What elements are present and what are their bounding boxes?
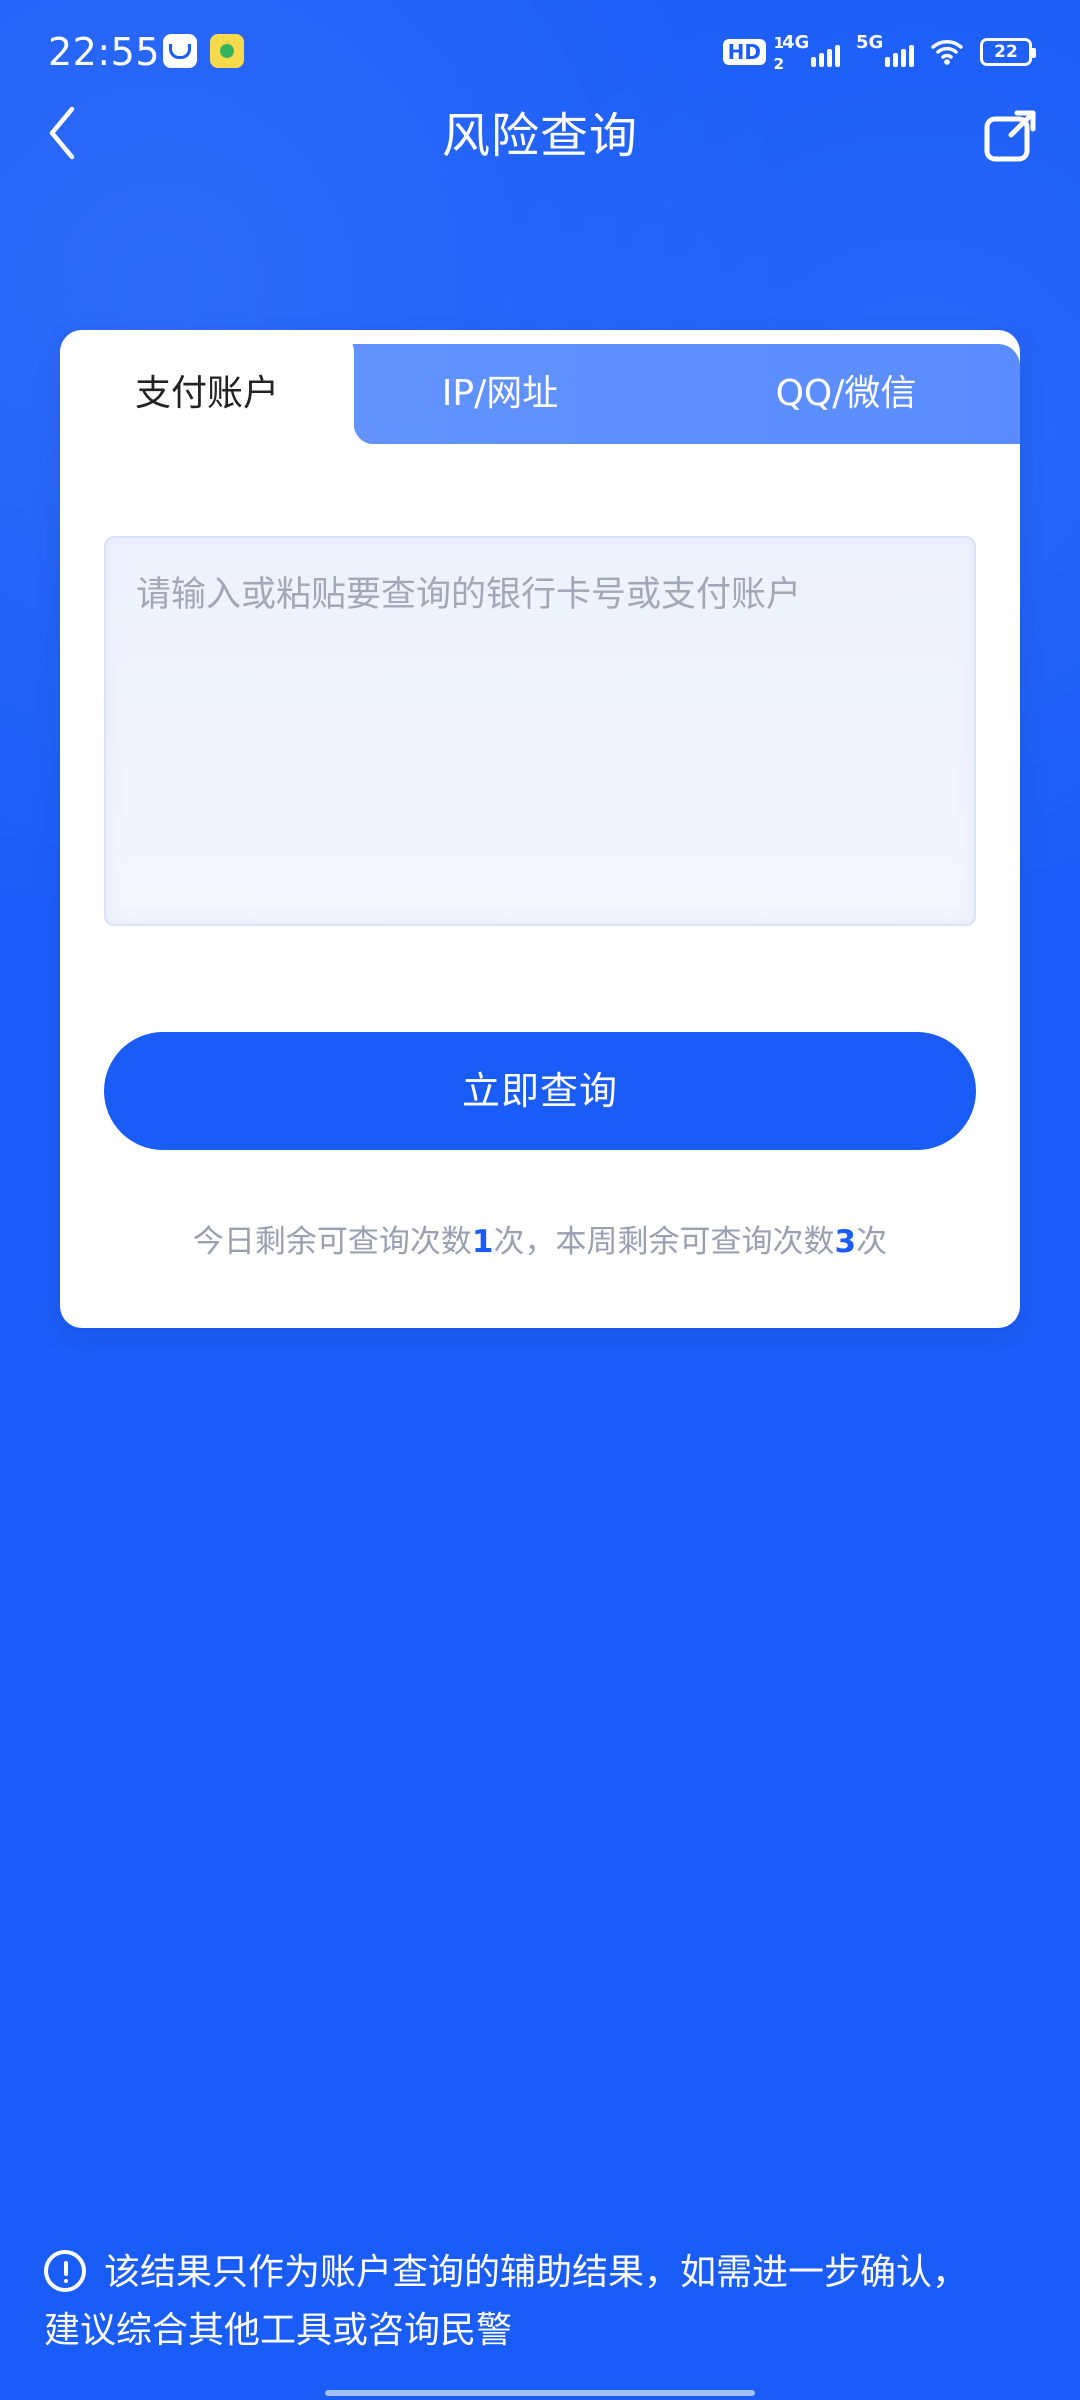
notice-line-1: 该结果只作为账户查询的辅助结果，如需进一步确认， — [44, 2244, 1036, 2302]
share-button[interactable] — [980, 104, 1042, 166]
page-title: 风险查询 — [441, 108, 638, 164]
home-indicator[interactable] — [325, 2390, 755, 2396]
battery-level: 22 — [994, 42, 1018, 62]
status-right: HD 1 2 4G 5G 22 — [722, 28, 1036, 76]
query-card: 支付账户 IP/网址 QQ/微信 立即查询 今日剩余可查询次数1次，本周剩余可查… — [60, 330, 1020, 1328]
tab-ip-url[interactable]: IP/网址 — [385, 358, 615, 430]
notice-text-line-2: 建议综合其他工具或咨询民警 — [44, 2310, 513, 2351]
network-4g: 4G — [782, 32, 840, 69]
query-now-button[interactable]: 立即查询 — [104, 1032, 976, 1150]
tab-qq-wechat[interactable]: QQ/微信 — [696, 358, 996, 430]
info-circle-icon — [44, 2250, 86, 2292]
battery-icon: 22 — [980, 38, 1036, 66]
status-bar: 22:55 HD 1 2 4G 5G 22 — [0, 0, 1080, 100]
query-input[interactable] — [104, 536, 976, 926]
network-4g-label: 4G — [782, 32, 810, 53]
risk-query-screen: 22:55 HD 1 2 4G 5G 22 风险查询 支付账户 IP/网址 QQ… — [0, 0, 1080, 2400]
tab-payment-account[interactable]: 支付账户 — [60, 358, 354, 430]
tab-qq-wechat-label: QQ/微信 — [775, 373, 917, 414]
network-5g-label: 5G — [856, 32, 884, 53]
signal-bars-icon-2 — [885, 45, 914, 67]
notification-app-icon — [163, 34, 197, 68]
usage-today-count: 1 — [471, 1224, 494, 1260]
usage-week-count: 3 — [834, 1224, 857, 1260]
hd-badge: HD 1 2 — [722, 35, 784, 72]
top-navigation: 风险查询 — [0, 96, 1080, 186]
notice-text-line-1: 该结果只作为账户查询的辅助结果，如需进一步确认， — [104, 2252, 969, 2293]
usage-info: 今日剩余可查询次数1次，本周剩余可查询次数3次 — [60, 1222, 1020, 1262]
usage-suffix: 次 — [856, 1224, 888, 1260]
share-external-icon — [984, 110, 1036, 162]
network-5g: 5G — [856, 32, 914, 69]
tab-ip-url-label: IP/网址 — [441, 373, 559, 414]
wifi-icon — [930, 37, 964, 67]
usage-middle: 次，本周剩余可查询次数 — [493, 1224, 835, 1260]
music-icon — [220, 44, 234, 58]
status-time: 22:55 — [48, 30, 161, 74]
query-input-panel — [104, 536, 976, 926]
hd-label: HD — [727, 40, 761, 64]
message-icon — [169, 43, 191, 59]
usage-prefix: 今日剩余可查询次数 — [192, 1224, 472, 1260]
tab-payment-account-label: 支付账户 — [134, 373, 279, 414]
signal-bars-icon — [811, 45, 840, 67]
bottom-notice: 该结果只作为账户查询的辅助结果，如需进一步确认， 建议综合其他工具或咨询民警 — [44, 2244, 1036, 2360]
notification-app-icon-2 — [210, 34, 244, 68]
